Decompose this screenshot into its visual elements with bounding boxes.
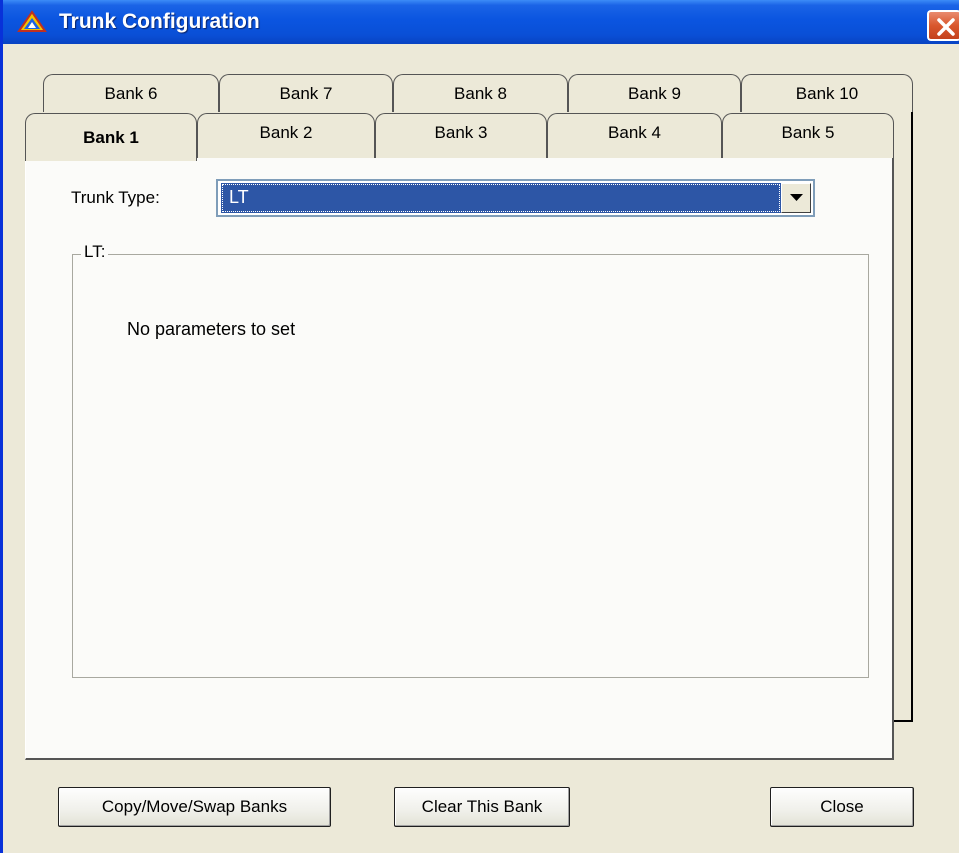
tab-label: Bank 5 — [781, 123, 835, 142]
tab-label: Bank 1 — [83, 127, 139, 147]
tab-bank-10[interactable]: Bank 10 — [741, 74, 913, 112]
no-parameters-message: No parameters to set — [127, 319, 296, 339]
close-window-button[interactable] — [927, 10, 959, 41]
tab-bank-9[interactable]: Bank 9 — [568, 74, 741, 112]
tab-label: Bank 4 — [608, 123, 661, 142]
dropdown-arrow-button[interactable] — [781, 183, 811, 213]
tab-bank-8[interactable]: Bank 8 — [393, 74, 568, 112]
title-bar[interactable]: Trunk Configuration — [3, 0, 959, 44]
close-button[interactable]: Close — [770, 787, 914, 827]
copy-move-swap-banks-button[interactable]: Copy/Move/Swap Banks — [58, 787, 331, 827]
tab-bank-5[interactable]: Bank 5 — [722, 113, 894, 158]
tab-bank-6[interactable]: Bank 6 — [43, 74, 219, 112]
tab-label: Bank 2 — [259, 123, 313, 142]
tab-label: Bank 7 — [279, 83, 333, 103]
group-box-title: LT: — [81, 242, 109, 262]
window-title: Trunk Configuration — [59, 10, 260, 33]
trunk-type-label: Trunk Type: — [71, 188, 160, 207]
tab-bank-2[interactable]: Bank 2 — [197, 113, 375, 158]
chevron-down-icon — [790, 194, 803, 201]
clear-this-bank-button[interactable]: Clear This Bank — [394, 787, 570, 827]
tab-label: Bank 10 — [795, 83, 859, 103]
tab-label: Bank 6 — [104, 83, 158, 103]
tab-bank-3[interactable]: Bank 3 — [375, 113, 547, 158]
tab-label: Bank 3 — [434, 123, 488, 142]
tab-bank-7[interactable]: Bank 7 — [219, 74, 393, 112]
trunk-configuration-window: Trunk Configuration Bank 6 Bank 7 Bank 8… — [0, 0, 959, 853]
close-x-icon — [937, 18, 955, 36]
lt-group-box — [72, 254, 869, 678]
tab-bank-1[interactable]: Bank 1 — [25, 113, 197, 161]
tab-bank-4[interactable]: Bank 4 — [547, 113, 722, 158]
tab-label: Bank 8 — [454, 83, 507, 103]
trunk-type-selected-value: LT — [221, 183, 781, 213]
trunk-type-dropdown[interactable]: LT — [216, 179, 815, 217]
app-mountain-icon — [17, 9, 47, 35]
tab-label: Bank 9 — [628, 83, 681, 103]
